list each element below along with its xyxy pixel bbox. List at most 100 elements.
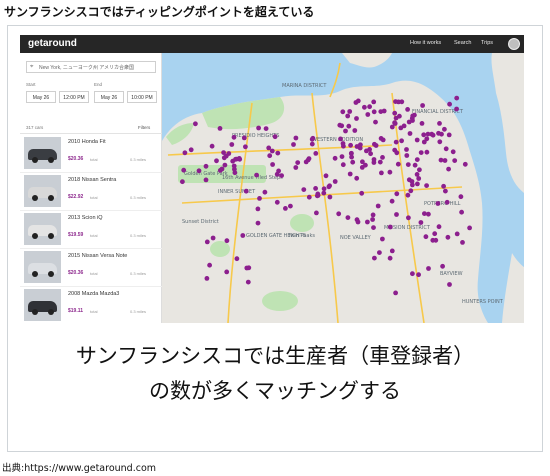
car-pin[interactable] — [245, 279, 251, 285]
car-pin[interactable] — [443, 146, 449, 152]
car-pin[interactable] — [207, 262, 212, 268]
location-input[interactable]: ⌖ New York, ニューヨーク州 アメリカ合衆国 — [26, 61, 156, 73]
car-pin[interactable] — [270, 162, 275, 167]
car-pin[interactable] — [404, 153, 410, 158]
car-pin[interactable] — [323, 173, 329, 179]
car-pin[interactable] — [222, 162, 228, 168]
car-pin[interactable] — [354, 175, 360, 181]
car-pin[interactable] — [389, 248, 395, 254]
car-pin[interactable] — [454, 95, 460, 101]
car-pin[interactable] — [380, 137, 386, 143]
car-listing[interactable]: 2008 Mazda Mazda3 $19.11 total 0.3 miles — [20, 287, 162, 323]
car-pin[interactable] — [354, 116, 359, 121]
car-pin[interactable] — [393, 290, 398, 296]
car-pin[interactable] — [321, 186, 327, 192]
car-pin[interactable] — [372, 141, 377, 147]
car-pin[interactable] — [441, 183, 446, 189]
car-pin[interactable] — [421, 132, 427, 138]
car-pin[interactable] — [336, 211, 342, 217]
car-pin[interactable] — [446, 166, 451, 172]
car-pin[interactable] — [442, 126, 447, 132]
car-pin[interactable] — [408, 188, 414, 194]
car-pin[interactable] — [462, 161, 468, 167]
car-pin[interactable] — [306, 194, 312, 200]
car-pin[interactable] — [395, 161, 401, 167]
car-pin[interactable] — [467, 225, 472, 231]
getaround-logo[interactable]: getaround — [28, 38, 77, 49]
car-pin[interactable] — [410, 118, 415, 123]
car-pin[interactable] — [406, 215, 411, 221]
car-pin[interactable] — [370, 212, 376, 218]
car-pin[interactable] — [405, 192, 411, 198]
car-listing[interactable]: 2015 Nissan Versa Note $20.36 total 0.3 mil… — [20, 249, 162, 287]
car-pin[interactable] — [209, 143, 215, 149]
car-pin[interactable] — [392, 120, 397, 126]
car-pin[interactable] — [440, 263, 445, 269]
car-pin[interactable] — [182, 150, 188, 156]
car-pin[interactable] — [279, 173, 284, 178]
end-time-field[interactable]: 10:00 PM — [127, 91, 157, 103]
car-pin[interactable] — [204, 239, 210, 245]
car-pin[interactable] — [359, 190, 365, 196]
car-pin[interactable] — [380, 155, 385, 160]
car-pin[interactable] — [447, 101, 452, 107]
car-pin[interactable] — [313, 151, 319, 156]
car-pin[interactable] — [432, 231, 438, 237]
car-pin[interactable] — [418, 220, 424, 225]
user-avatar[interactable] — [508, 38, 520, 50]
car-pin[interactable] — [315, 191, 321, 197]
car-pin[interactable] — [332, 179, 338, 184]
car-pin[interactable] — [371, 225, 376, 231]
car-pin[interactable] — [396, 99, 401, 105]
car-pin[interactable] — [371, 109, 377, 115]
start-time-field[interactable]: 12:00 PM — [59, 91, 89, 103]
car-pin[interactable] — [377, 250, 382, 256]
car-pin[interactable] — [426, 266, 431, 271]
car-pin[interactable] — [387, 255, 393, 261]
car-pin[interactable] — [371, 160, 377, 165]
car-pin[interactable] — [426, 211, 431, 217]
car-pin[interactable] — [229, 142, 235, 147]
car-pin[interactable] — [454, 231, 460, 237]
car-pin[interactable] — [417, 167, 422, 173]
car-pin[interactable] — [372, 255, 377, 261]
car-pin[interactable] — [438, 157, 444, 163]
car-pin[interactable] — [224, 238, 230, 244]
car-pin[interactable] — [293, 135, 299, 141]
map-canvas[interactable]: Golden Gate ParkSunset District16th Aven… — [162, 53, 524, 323]
car-pin[interactable] — [234, 256, 240, 262]
nav-trips[interactable]: Trips — [481, 40, 493, 46]
car-pin[interactable] — [217, 168, 223, 173]
car-pin[interactable] — [347, 171, 353, 177]
car-pin[interactable] — [452, 158, 458, 163]
car-pin[interactable] — [345, 215, 351, 221]
car-pin[interactable] — [423, 234, 429, 240]
car-pin[interactable] — [276, 168, 281, 174]
car-pin[interactable] — [416, 272, 421, 278]
end-date-field[interactable]: May 26 — [94, 91, 124, 103]
car-pin[interactable] — [241, 135, 247, 141]
car-pin[interactable] — [357, 145, 363, 151]
car-pin[interactable] — [371, 99, 377, 105]
car-pin[interactable] — [291, 142, 296, 147]
car-pin[interactable] — [350, 159, 356, 165]
car-pin[interactable] — [379, 170, 384, 176]
car-pin[interactable] — [256, 125, 261, 131]
car-pin[interactable] — [405, 162, 411, 167]
car-pin[interactable] — [231, 134, 237, 140]
car-pin[interactable] — [437, 121, 442, 126]
car-pin[interactable] — [367, 104, 372, 110]
car-pin[interactable] — [295, 160, 301, 165]
car-pin[interactable] — [355, 98, 361, 104]
car-pin[interactable] — [458, 194, 464, 200]
car-pin[interactable] — [377, 159, 383, 165]
car-pin[interactable] — [240, 233, 246, 238]
car-pin[interactable] — [443, 188, 448, 194]
car-pin[interactable] — [355, 219, 361, 225]
car-pin[interactable] — [340, 109, 346, 115]
car-pin[interactable] — [420, 103, 425, 108]
car-pin[interactable] — [414, 137, 420, 143]
car-pin[interactable] — [246, 265, 252, 271]
car-pin[interactable] — [416, 176, 422, 181]
car-pin[interactable] — [310, 135, 316, 141]
